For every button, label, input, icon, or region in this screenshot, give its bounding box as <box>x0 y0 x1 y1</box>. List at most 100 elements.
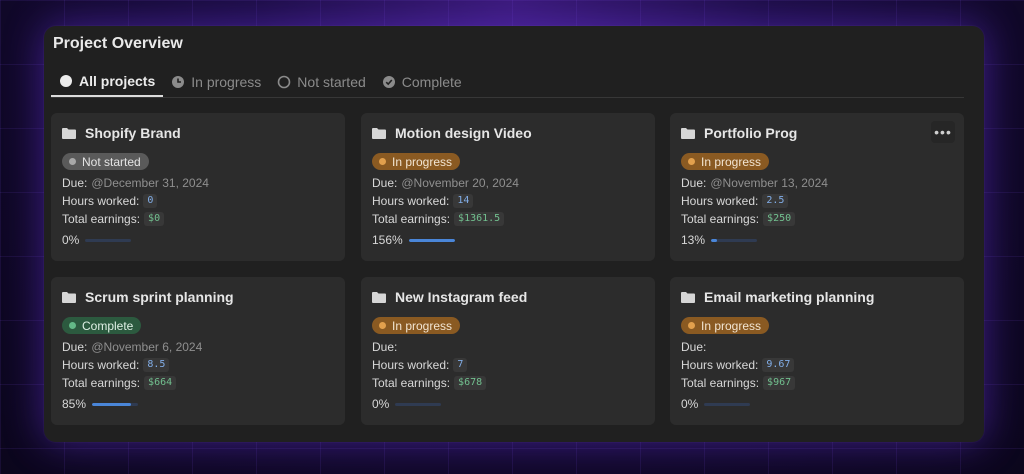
tab-label: Not started <box>297 73 366 90</box>
progress-bar <box>408 238 455 242</box>
earnings-row: Total earnings: $967 <box>681 374 953 392</box>
tab-not-started[interactable]: Not started <box>269 66 373 97</box>
panel-title: Project Overview <box>53 35 183 52</box>
project-overview-panel: Project Overview All projects In progres… <box>44 26 984 442</box>
due-label: Due: <box>681 340 707 354</box>
filled-circle-icon <box>60 74 72 87</box>
due-label: Due: <box>681 176 707 190</box>
hours-value: 2.5 <box>762 194 789 208</box>
progress: 85% <box>62 397 334 411</box>
project-title: Email marketing planning <box>704 289 875 305</box>
project-card[interactable]: Scrum sprint planning Complete Due: @Nove… <box>51 277 345 425</box>
hours-value: 7 <box>453 358 468 372</box>
earnings-row: Total earnings: $0 <box>62 210 334 228</box>
earnings-row: Total earnings: $678 <box>372 374 644 392</box>
earnings-value: $967 <box>763 376 796 390</box>
hours-label: Hours worked: <box>62 194 140 208</box>
project-title: Scrum sprint planning <box>85 289 234 305</box>
progress-fill <box>92 402 132 406</box>
earnings-value: $1361.5 <box>454 212 505 226</box>
progress-bar <box>395 402 442 406</box>
project-title: Shopify Brand <box>85 125 181 141</box>
progress: 156% <box>372 233 644 247</box>
progress: 0% <box>681 397 953 411</box>
hours-row: Hours worked: 0 <box>62 192 334 210</box>
due-date[interactable]: @November 20, 2024 <box>401 176 519 190</box>
tab-label: In progress <box>191 73 262 90</box>
progress: 0% <box>372 397 644 411</box>
check-circle-icon <box>382 75 395 88</box>
tab-label: Complete <box>401 73 462 90</box>
project-title: Motion design Video <box>395 125 532 141</box>
status-badge: In progress <box>372 317 461 334</box>
hours-value: 0 <box>143 194 158 208</box>
earnings-label: Total earnings: <box>681 376 760 390</box>
progress-bar <box>711 238 758 242</box>
status-label: Complete <box>82 318 134 333</box>
status-badge: Not started <box>62 153 149 170</box>
due-date[interactable]: @November 13, 2024 <box>710 176 828 190</box>
status-badge: In progress <box>372 153 461 170</box>
hours-row: Hours worked: 2.5 <box>681 192 953 210</box>
status-dot <box>688 158 695 165</box>
hours-row: Hours worked: 14 <box>372 192 644 210</box>
earnings-row: Total earnings: $1361.5 <box>372 210 644 228</box>
progress-label: 0% <box>681 397 699 411</box>
due-row: Due: @November 13, 2024 <box>681 174 953 192</box>
project-card[interactable]: Email marketing planning In progress Due… <box>670 277 964 425</box>
status-label: Not started <box>82 154 141 169</box>
tab-complete[interactable]: Complete <box>374 66 470 97</box>
progress: 13% <box>681 233 953 247</box>
due-row: Due: @December 31, 2024 <box>62 174 334 192</box>
progress-bar <box>92 402 139 406</box>
due-row: Due: @November 6, 2024 <box>62 338 334 356</box>
hours-row: Hours worked: 8.5 <box>62 356 334 374</box>
tab-in-progress[interactable]: In progress <box>163 66 269 97</box>
earnings-row: Total earnings: $250 <box>681 210 953 228</box>
folder-icon <box>372 291 386 303</box>
due-label: Due: <box>372 340 398 354</box>
project-card[interactable]: Motion design Video In progress Due: @Nov… <box>361 113 655 261</box>
progress-label: 156% <box>372 233 403 247</box>
more-options-button[interactable]: ••• <box>931 121 955 143</box>
due-row: Due: @November 20, 2024 <box>372 174 644 192</box>
project-card[interactable]: Portfolio Prog ••• In progress Due: @Nove… <box>670 113 964 261</box>
due-label: Due: <box>62 176 88 190</box>
project-title: New Instagram feed <box>395 289 528 305</box>
hours-value: 14 <box>453 194 474 208</box>
folder-icon <box>681 291 695 303</box>
status-label: In progress <box>701 154 762 169</box>
earnings-label: Total earnings: <box>681 212 760 226</box>
hours-label: Hours worked: <box>681 358 759 372</box>
hours-value: 8.5 <box>143 358 170 372</box>
due-row: Due: <box>681 338 953 356</box>
hours-row: Hours worked: 7 <box>372 356 644 374</box>
project-card[interactable]: New Instagram feed In progress Due: Hour… <box>361 277 655 425</box>
clock-icon <box>172 75 185 88</box>
status-dot <box>688 322 695 329</box>
earnings-row: Total earnings: $664 <box>62 374 334 392</box>
folder-icon <box>681 127 695 139</box>
status-badge: Complete <box>62 317 142 334</box>
project-card[interactable]: Shopify Brand Not started Due: @December … <box>51 113 345 261</box>
progress-label: 0% <box>62 233 80 247</box>
tab-label: All projects <box>79 72 156 89</box>
earnings-label: Total earnings: <box>62 212 141 226</box>
due-date[interactable]: @December 31, 2024 <box>91 176 209 190</box>
earnings-value: $664 <box>144 376 177 390</box>
project-title: Portfolio Prog <box>704 125 798 141</box>
status-dot <box>69 158 76 165</box>
earnings-value: $0 <box>144 212 165 226</box>
status-label: In progress <box>392 318 453 333</box>
progress-label: 0% <box>372 397 390 411</box>
due-date[interactable]: @November 6, 2024 <box>91 340 202 354</box>
due-row: Due: <box>372 338 644 356</box>
folder-icon <box>62 127 76 139</box>
tab-all-projects[interactable]: All projects <box>51 66 164 97</box>
view-tabs: All projects In progress Not started Com… <box>51 66 964 98</box>
empty-circle-icon <box>277 75 291 88</box>
progress-fill <box>711 238 717 242</box>
status-dot <box>379 322 386 329</box>
earnings-label: Total earnings: <box>372 376 451 390</box>
status-badge: In progress <box>681 153 770 170</box>
